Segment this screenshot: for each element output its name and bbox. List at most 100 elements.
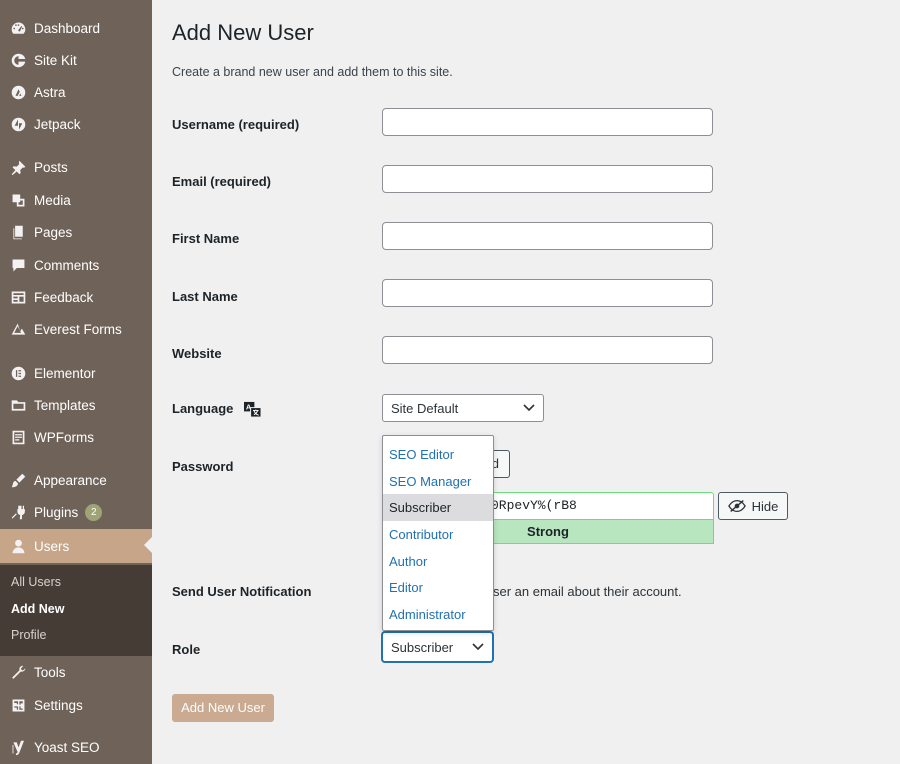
menu-label: Yoast SEO <box>34 739 100 755</box>
wpforms-icon <box>0 429 34 446</box>
language-label-wrap: Language A <box>172 401 262 418</box>
language-label: Language <box>172 401 234 416</box>
chevron-down-icon <box>472 643 484 651</box>
hide-label: Hide <box>751 498 779 514</box>
feedback-icon <box>0 289 34 306</box>
menu-item-elementor[interactable]: Elementor <box>0 357 152 389</box>
main-content: Add New User Create a brand new user and… <box>152 0 900 764</box>
menu-label: Everest Forms <box>34 321 122 337</box>
menu-item-comments[interactable]: Comments <box>0 249 152 281</box>
hide-password-button[interactable]: Hide <box>718 492 788 520</box>
last-name-label: Last Name <box>172 289 238 304</box>
menu-item-tools[interactable]: Tools <box>0 656 152 688</box>
menu-label: Feedback <box>34 289 94 305</box>
submenu-item-all-users[interactable]: All Users <box>11 575 61 589</box>
elementor-icon <box>0 365 34 382</box>
menu-item-jetpack[interactable]: Jetpack <box>0 108 152 140</box>
menu-item-appearance[interactable]: Appearance <box>0 464 152 496</box>
menu-item-dashboard[interactable]: Dashboard <box>0 12 152 44</box>
send-notification-description: ser an email about their account. <box>493 584 682 599</box>
menu-label: Comments <box>34 257 100 273</box>
role-dropdown-list: SEO Editor SEO Manager Subscriber Contri… <box>382 435 494 631</box>
settings-icon <box>0 697 34 714</box>
comments-icon <box>0 257 34 274</box>
pages-icon <box>0 224 34 241</box>
eye-slash-icon <box>727 499 746 513</box>
yoast-icon <box>0 739 34 756</box>
plugin-update-count-badge: 2 <box>85 503 103 521</box>
password-label: Password <box>172 459 234 474</box>
menu-label: Tools <box>34 664 66 680</box>
menu-label: Elementor <box>34 365 96 381</box>
appearance-brush-icon <box>0 472 34 489</box>
jetpack-icon <box>0 116 34 133</box>
role-option-seo-editor[interactable]: SEO Editor <box>383 441 493 468</box>
media-icon <box>0 192 34 209</box>
tools-icon <box>0 664 34 681</box>
site-kit-icon <box>0 52 34 69</box>
role-option-author[interactable]: Author <box>383 548 493 575</box>
submenu-item-add-new[interactable]: Add New <box>11 602 64 616</box>
admin-sidebar: Dashboard Site Kit Astra Jetpack Posts M… <box>0 0 152 764</box>
website-label: Website <box>172 346 222 361</box>
language-select-value: Site Default <box>391 400 459 416</box>
menu-item-plugins[interactable]: Plugins 2 <box>0 496 152 528</box>
email-label: Email (required) <box>172 174 271 189</box>
dashboard-icon <box>0 20 34 37</box>
menu-label: Media <box>34 192 71 208</box>
menu-label: Settings <box>34 697 83 713</box>
role-select[interactable]: Subscriber <box>382 632 493 662</box>
menu-item-site-kit[interactable]: Site Kit <box>0 44 152 76</box>
add-new-user-button[interactable]: Add New User <box>172 694 274 722</box>
menu-label: Dashboard <box>34 20 101 36</box>
menu-item-users[interactable]: Users <box>0 529 152 563</box>
menu-item-pages[interactable]: Pages <box>0 216 152 248</box>
language-select[interactable]: Site Default <box>382 394 544 422</box>
menu-item-media[interactable]: Media <box>0 184 152 216</box>
submenu-item-profile[interactable]: Profile <box>11 628 46 642</box>
menu-item-templates[interactable]: Templates <box>0 389 152 421</box>
plugins-icon <box>0 504 34 521</box>
role-select-value: Subscriber <box>391 639 454 655</box>
username-label: Username (required) <box>172 117 300 132</box>
menu-label: Users <box>34 538 70 554</box>
role-option-subscriber[interactable]: Subscriber <box>383 494 493 521</box>
menu-label: Posts <box>34 159 68 175</box>
chevron-down-icon <box>523 404 535 412</box>
posts-pin-icon <box>0 159 34 176</box>
menu-label: Jetpack <box>34 116 81 132</box>
astra-icon <box>0 84 34 101</box>
menu-label: Astra <box>34 84 66 100</box>
first-name-input[interactable] <box>382 222 713 250</box>
menu-item-everest-forms[interactable]: Everest Forms <box>0 313 152 345</box>
username-input[interactable] <box>382 108 713 136</box>
templates-folder-icon <box>0 397 34 414</box>
users-submenu: All Users Add New Profile <box>0 565 152 656</box>
page-description: Create a brand new user and add them to … <box>172 65 453 79</box>
menu-item-settings[interactable]: Settings <box>0 689 152 721</box>
website-input[interactable] <box>382 336 713 364</box>
role-option-editor[interactable]: Editor <box>383 574 493 601</box>
menu-label: Plugins <box>34 504 79 520</box>
role-option-administrator[interactable]: Administrator <box>383 601 493 628</box>
role-label: Role <box>172 642 201 657</box>
translation-icon: A <box>244 402 262 418</box>
everest-forms-icon <box>0 321 34 338</box>
users-icon <box>0 538 34 555</box>
first-name-label: First Name <box>172 231 240 246</box>
menu-item-posts[interactable]: Posts <box>0 151 152 183</box>
role-option-contributor[interactable]: Contributor <box>383 521 493 548</box>
menu-label: WPForms <box>34 429 94 445</box>
menu-item-astra[interactable]: Astra <box>0 76 152 108</box>
menu-item-feedback[interactable]: Feedback <box>0 281 152 313</box>
email-input[interactable] <box>382 165 713 193</box>
menu-label: Pages <box>34 224 73 240</box>
role-option-seo-manager[interactable]: SEO Manager <box>383 468 493 495</box>
menu-label: Appearance <box>34 472 107 488</box>
page-title: Add New User <box>172 20 314 45</box>
menu-item-wpforms[interactable]: WPForms <box>0 421 152 453</box>
menu-label: Site Kit <box>34 52 77 68</box>
last-name-input[interactable] <box>382 279 713 307</box>
menu-item-yoast-seo[interactable]: Yoast SEO <box>0 731 152 763</box>
menu-label: Templates <box>34 397 96 413</box>
